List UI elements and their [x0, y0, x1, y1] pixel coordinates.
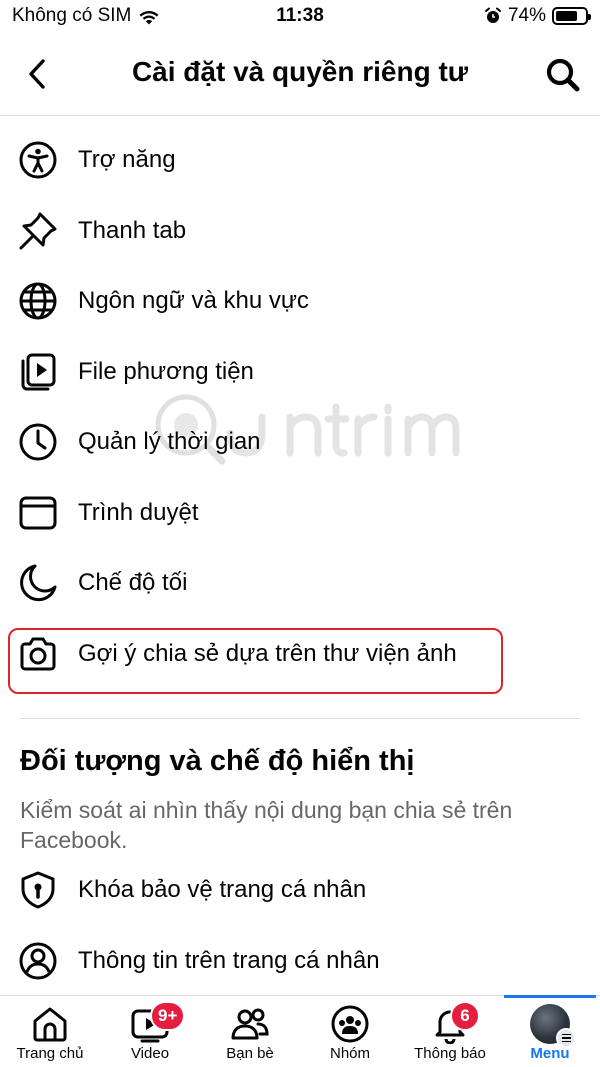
- avatar: [530, 1004, 576, 1048]
- tab-menu[interactable]: Menu: [500, 995, 600, 1067]
- tab-groups[interactable]: Nhóm: [300, 996, 400, 1067]
- home-icon: [28, 1004, 72, 1044]
- video-badge: 9+: [150, 1001, 186, 1031]
- tab-home[interactable]: Trang chủ: [0, 996, 100, 1067]
- menu-item-dark-mode[interactable]: Chế độ tối: [0, 548, 600, 619]
- groups-icon: [328, 1004, 372, 1044]
- status-bar: Không có SIM 11:38 74%: [0, 0, 600, 34]
- tab-label: Nhóm: [329, 1045, 370, 1062]
- tab-friends[interactable]: Bạn bè: [200, 996, 300, 1067]
- menu-item-label: Chế độ tối: [78, 569, 188, 597]
- search-icon: [546, 58, 580, 92]
- shield-lock-icon: [18, 870, 58, 910]
- menu-item-label: Thông tin trên trang cá nhân: [78, 946, 380, 974]
- search-button[interactable]: [544, 56, 582, 94]
- profile-circle-icon: [18, 941, 58, 981]
- settings-list: Trợ năng Thanh tab Ngôn ngữ và khu vực F…: [0, 125, 600, 689]
- browser-icon: [18, 493, 58, 533]
- menu-item-label: Khóa bảo vệ trang cá nhân: [78, 876, 367, 904]
- friends-icon: [228, 1004, 272, 1044]
- menu-item-profile-info[interactable]: Thông tin trên trang cá nhân: [0, 926, 600, 997]
- menu-item-label: Ngôn ngữ và khu vực: [78, 287, 309, 315]
- section-description: Kiểm soát ai nhìn thấy nội dung bạn chia…: [20, 797, 513, 853]
- bell-icon: 6: [428, 1001, 480, 1044]
- clock-icon: [18, 422, 58, 462]
- section-title: Đối tượng và chế độ hiển thị: [20, 745, 415, 777]
- status-right: 74%: [484, 5, 591, 27]
- video-icon: 9+: [128, 1001, 186, 1044]
- media-file-icon: [18, 352, 58, 392]
- menu-item-label: Quản lý thời gian: [78, 428, 261, 456]
- tab-label: Video: [130, 1045, 170, 1062]
- menu-item-media-files[interactable]: File phương tiện: [0, 337, 600, 408]
- tab-notifications[interactable]: 6 Thông báo: [400, 996, 500, 1067]
- notifications-badge: 6: [450, 1001, 480, 1031]
- globe-icon: [18, 281, 58, 321]
- menu-item-label: File phương tiện: [78, 357, 254, 385]
- menu-item-browser[interactable]: Trình duyệt: [0, 478, 600, 549]
- pin-icon: [18, 211, 58, 251]
- menu-item-label: Trợ năng: [78, 146, 176, 174]
- tab-label: Bạn bè: [226, 1045, 274, 1062]
- section-divider: [20, 718, 580, 719]
- page-header: Cài đặt và quyền riêng tư: [0, 34, 600, 116]
- menu-item-label: Trình duyệt: [78, 498, 199, 526]
- bottom-tab-bar: Trang chủ 9+ Video Bạn bè Nhóm 6 Thông b…: [0, 995, 600, 1067]
- accessibility-icon: [18, 140, 58, 180]
- menu-item-language[interactable]: Ngôn ngữ và khu vực: [0, 266, 600, 337]
- highlight-box: [8, 628, 503, 694]
- hamburger-icon: [556, 1028, 576, 1048]
- menu-item-tab-bar[interactable]: Thanh tab: [0, 196, 600, 267]
- menu-item-time-management[interactable]: Quản lý thời gian: [0, 407, 600, 478]
- battery-icon: [552, 7, 591, 25]
- battery-percent: 74%: [507, 5, 546, 26]
- page-title: Cài đặt và quyền riêng tư: [131, 56, 469, 87]
- menu-avatar-icon: [528, 1004, 576, 1048]
- menu-item-label: Thanh tab: [78, 216, 187, 244]
- audience-settings-list: Khóa bảo vệ trang cá nhân Thông tin trên…: [0, 855, 600, 996]
- alarm-icon: [484, 7, 501, 23]
- tab-label: Thông báo: [414, 1045, 486, 1062]
- tab-label: Trang chủ: [16, 1045, 84, 1062]
- menu-item-accessibility[interactable]: Trợ năng: [0, 125, 600, 196]
- tab-video[interactable]: 9+ Video: [100, 996, 200, 1067]
- moon-icon: [18, 563, 58, 603]
- menu-item-profile-lock[interactable]: Khóa bảo vệ trang cá nhân: [0, 855, 600, 926]
